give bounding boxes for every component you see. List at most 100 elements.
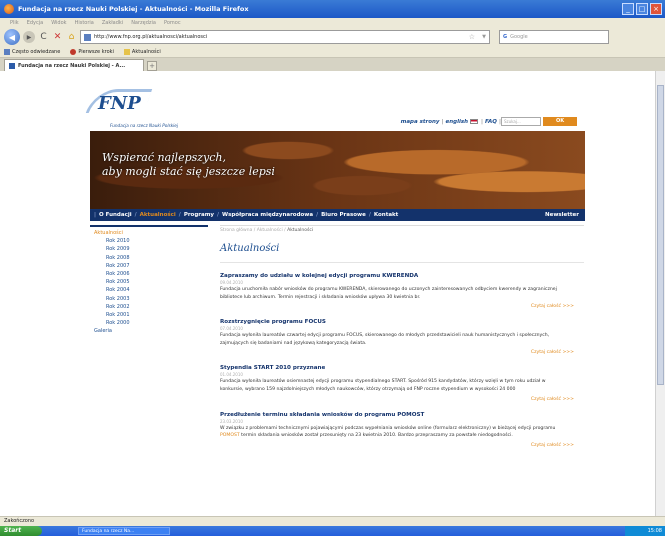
read-more-link[interactable]: Czytaj całość >>>: [220, 443, 584, 448]
article-text: W związku z problemami technicznymi poja…: [220, 425, 556, 431]
tab-label: Fundacja na rzecz Nauki Polskiej - A...: [18, 62, 126, 69]
site-favicon-icon: [84, 33, 91, 41]
site-search-input[interactable]: Szukaj...: [501, 117, 541, 126]
read-more-link[interactable]: Czytaj całość >>>: [220, 304, 584, 309]
sidebar-item-year[interactable]: Rok 2007: [94, 262, 208, 270]
read-more-link[interactable]: Czytaj całość >>>: [220, 350, 584, 355]
tab-active[interactable]: Fundacja na rzecz Nauki Polskiej - A...: [4, 59, 144, 71]
page-icon: [4, 49, 10, 55]
firefox-icon: [4, 4, 14, 14]
menu-tools[interactable]: Narzędzia: [131, 20, 156, 26]
sidebar-item-gallery[interactable]: Galeria: [94, 327, 208, 335]
nav-news[interactable]: Aktualności: [137, 212, 179, 218]
bookmark-item[interactable]: Aktualności: [123, 49, 161, 55]
bookmark-item[interactable]: Pierwsze kroki: [70, 49, 114, 55]
sidebar-item-year[interactable]: Rok 2002: [94, 303, 208, 311]
site-search-button[interactable]: OK: [543, 117, 577, 126]
bookmark-label: Aktualności: [131, 49, 161, 55]
window-controls: _ □ ×: [622, 3, 662, 15]
site-header: FNP Fundacja na rzecz Nauki Polskiej map…: [85, 71, 585, 131]
system-tray-clock: 15:08: [625, 526, 665, 536]
menu-help[interactable]: Pomoc: [164, 20, 181, 26]
article-summary: W związku z problemami technicznymi poja…: [220, 425, 565, 440]
article-title[interactable]: Zapraszamy do udziału w kolejnej edycji …: [220, 273, 584, 279]
sidebar-item-year[interactable]: Rok 2006: [94, 270, 208, 278]
chevron-down-icon[interactable]: ▼: [482, 34, 486, 40]
firefox-icon: [70, 49, 77, 55]
read-more-link[interactable]: Czytaj całość >>>: [220, 397, 584, 402]
window-titlebar: Fundacja na rzecz Nauki Polskiej - Aktua…: [0, 0, 665, 18]
article-summary: Fundacja wyłoniła laureatów osiemnastej …: [220, 379, 546, 392]
content-area: Aktualności Rok 2010 Rok 2009 Rok 2008 R…: [90, 221, 585, 448]
sidebar-item-year[interactable]: Rok 2010: [94, 237, 208, 245]
nav-newsletter[interactable]: Newsletter: [545, 212, 585, 218]
uk-flag-icon: [469, 119, 478, 124]
faq-link[interactable]: FAQ: [485, 119, 497, 125]
os-taskbar: Start Fundacja na rzecz Na... 15:08: [0, 526, 665, 536]
article-title[interactable]: Przedłużenie terminu składania wniosków …: [220, 412, 584, 418]
site-favicon-icon: [9, 62, 15, 69]
menu-bookmarks[interactable]: Zakładki: [102, 20, 123, 26]
nav-contact[interactable]: Kontakt: [371, 212, 402, 218]
nav-international[interactable]: Współpraca międzynarodowa: [219, 212, 316, 218]
reload-icon[interactable]: C: [38, 32, 49, 42]
bookmarks-toolbar: Często odwiedzane Pierwsze kroki Aktualn…: [0, 47, 665, 58]
news-article: Rozstrzygnięcie programu FOCUS 07.04.201…: [220, 319, 584, 355]
menu-edit[interactable]: Edycja: [27, 20, 44, 26]
sitemap-link[interactable]: mapa strony: [401, 119, 440, 125]
scrollbar-thumb[interactable]: [657, 85, 664, 385]
hero-banner: Wspierać najlepszych, aby mogli stać się…: [90, 131, 585, 209]
sidebar-item-year[interactable]: Rok 2001: [94, 311, 208, 319]
menu-view[interactable]: Widok: [51, 20, 66, 26]
sidebar-item-news[interactable]: Aktualności: [94, 229, 208, 237]
url-text: http://www.fnp.org.pl/aktualnosci/aktual…: [94, 34, 208, 40]
sidebar-item-year[interactable]: Rok 2008: [94, 254, 208, 262]
vertical-scrollbar[interactable]: [655, 71, 665, 516]
bookmark-item[interactable]: Często odwiedzane: [4, 49, 60, 55]
minimize-button[interactable]: _: [622, 3, 634, 15]
program-link[interactable]: POMOST: [220, 433, 240, 438]
sidebar-item-year[interactable]: Rok 2000: [94, 319, 208, 327]
menu-file[interactable]: Plik: [10, 20, 19, 26]
main-column: Strona główna / Aktualności / Aktualnośc…: [212, 221, 584, 448]
nav-about[interactable]: O Fundacji: [96, 212, 135, 218]
rss-icon: [123, 49, 130, 55]
breadcrumb-section[interactable]: Aktualności: [257, 228, 283, 233]
new-tab-button[interactable]: +: [147, 61, 157, 71]
sidebar-item-year[interactable]: Rok 2004: [94, 286, 208, 294]
google-icon[interactable]: G: [503, 34, 507, 40]
taskbar-task[interactable]: Fundacja na rzecz Na...: [78, 527, 170, 535]
main-navigation: | O Fundacji / Aktualności / Programy / …: [90, 209, 585, 221]
close-button[interactable]: ×: [650, 3, 662, 15]
article-date: 23.03.2010: [220, 418, 243, 424]
news-article: Zapraszamy do udziału w kolejnej edycji …: [220, 273, 584, 309]
page-title: Aktualności: [220, 243, 584, 263]
separator: |: [480, 119, 483, 125]
page-viewport: FNP Fundacja na rzecz Nauki Polskiej map…: [0, 71, 655, 516]
breadcrumb-home[interactable]: Strona główna: [220, 228, 252, 233]
search-engine-placeholder: Google: [510, 34, 528, 40]
back-arrow-icon[interactable]: ◀: [4, 29, 20, 45]
search-engine-box[interactable]: G Google: [499, 30, 609, 44]
menu-history[interactable]: Historia: [75, 20, 94, 26]
sidebar-item-year[interactable]: Rok 2005: [94, 278, 208, 286]
nav-press[interactable]: Biuro Prasowe: [318, 212, 369, 218]
sidebar-item-year[interactable]: Rok 2003: [94, 295, 208, 303]
sidebar-item-year[interactable]: Rok 2009: [94, 245, 208, 253]
forward-arrow-icon[interactable]: ▶: [23, 31, 35, 43]
bookmark-star-icon[interactable]: ☆: [469, 33, 475, 41]
site-logo[interactable]: FNP: [98, 93, 141, 114]
english-link-label: english: [445, 119, 469, 125]
nav-programs[interactable]: Programy: [181, 212, 217, 218]
stop-icon[interactable]: ✕: [52, 32, 63, 42]
article-title[interactable]: Stypendia START 2010 przyznane: [220, 365, 584, 371]
site-container: FNP Fundacja na rzecz Nauki Polskiej map…: [85, 71, 585, 448]
article-title[interactable]: Rozstrzygnięcie programu FOCUS: [220, 319, 584, 325]
english-link[interactable]: english: [446, 119, 479, 125]
url-bar[interactable]: http://www.fnp.org.pl/aktualnosci/aktual…: [80, 30, 490, 44]
separator: |: [441, 119, 444, 125]
home-icon[interactable]: ⌂: [66, 32, 77, 42]
article-text: termin składania wniosków został przesun…: [239, 433, 513, 439]
maximize-button[interactable]: □: [636, 3, 648, 15]
start-button[interactable]: Start: [0, 526, 42, 536]
